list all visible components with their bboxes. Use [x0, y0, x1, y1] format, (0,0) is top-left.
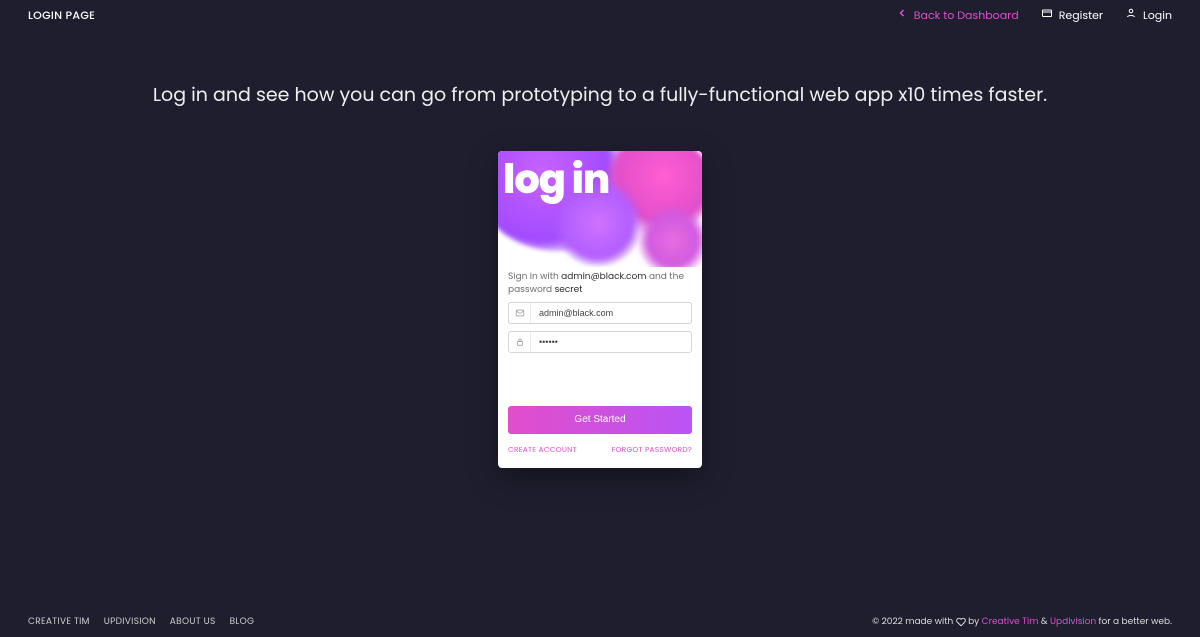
footer-text: &: [1039, 616, 1050, 628]
password-input[interactable]: [531, 337, 691, 347]
email-input[interactable]: [531, 308, 691, 318]
forgot-password-link[interactable]: FORGOT PASSWORD?: [612, 444, 692, 456]
card-hero-title: log in: [503, 151, 609, 209]
heart-icon: [956, 617, 966, 627]
footer-text: for a better web.: [1096, 616, 1172, 628]
hint-email: admin@black.com: [561, 271, 646, 283]
password-field-wrapper: [508, 331, 692, 353]
register-link[interactable]: Register: [1041, 7, 1103, 24]
login-link[interactable]: Login: [1125, 7, 1172, 24]
footer: CREATIVE TIM UPDIVISION ABOUT US BLOG © …: [0, 616, 1200, 629]
footer-creative-tim-link[interactable]: Creative Tim: [982, 616, 1039, 628]
decorative-blob: [638, 206, 702, 267]
lock-icon: [509, 332, 531, 352]
hint-password: secret: [555, 284, 583, 296]
email-field-wrapper: [508, 302, 692, 324]
hint-text: Sign in with: [508, 271, 561, 283]
email-icon: [509, 303, 531, 323]
login-hint: Sign in with admin@black.com and the pas…: [508, 271, 692, 296]
create-account-link[interactable]: CREATE ACCOUNT: [508, 444, 577, 456]
footer-links: CREATIVE TIM UPDIVISION ABOUT US BLOG: [28, 616, 254, 629]
login-label: Login: [1143, 7, 1172, 24]
back-to-dashboard-link[interactable]: Back to Dashboard: [896, 7, 1019, 24]
login-card: log in Sign in with admin@black.com and …: [498, 151, 702, 468]
footer-text: by: [966, 616, 982, 628]
id-card-icon: [1041, 7, 1053, 24]
footer-link-creative-tim[interactable]: CREATIVE TIM: [28, 616, 90, 629]
topbar: LOGIN PAGE Back to Dashboard Register Lo…: [0, 0, 1200, 30]
footer-link-updivision[interactable]: UPDIVISION: [104, 616, 156, 629]
footer-updivision-link[interactable]: Updivision: [1050, 616, 1096, 628]
register-label: Register: [1059, 7, 1103, 24]
card-hero: log in: [498, 151, 702, 267]
page-title: LOGIN PAGE: [28, 7, 95, 24]
headline: Log in and see how you can go from proto…: [0, 82, 1200, 108]
footer-text: © 2022 made with: [872, 616, 956, 628]
footer-link-blog[interactable]: BLOG: [230, 616, 255, 629]
spacer: [508, 360, 692, 404]
chevron-left-icon: [896, 7, 908, 24]
user-icon: [1125, 7, 1137, 24]
footer-copyright: © 2022 made with by Creative Tim & Updiv…: [872, 616, 1172, 629]
topbar-right: Back to Dashboard Register Login: [896, 7, 1172, 24]
footer-link-about-us[interactable]: ABOUT US: [170, 616, 216, 629]
card-body: Sign in with admin@black.com and the pas…: [498, 267, 702, 468]
back-to-dashboard-label: Back to Dashboard: [914, 7, 1019, 24]
get-started-button[interactable]: Get Started: [508, 406, 692, 434]
card-small-links: CREATE ACCOUNT FORGOT PASSWORD?: [508, 444, 692, 456]
